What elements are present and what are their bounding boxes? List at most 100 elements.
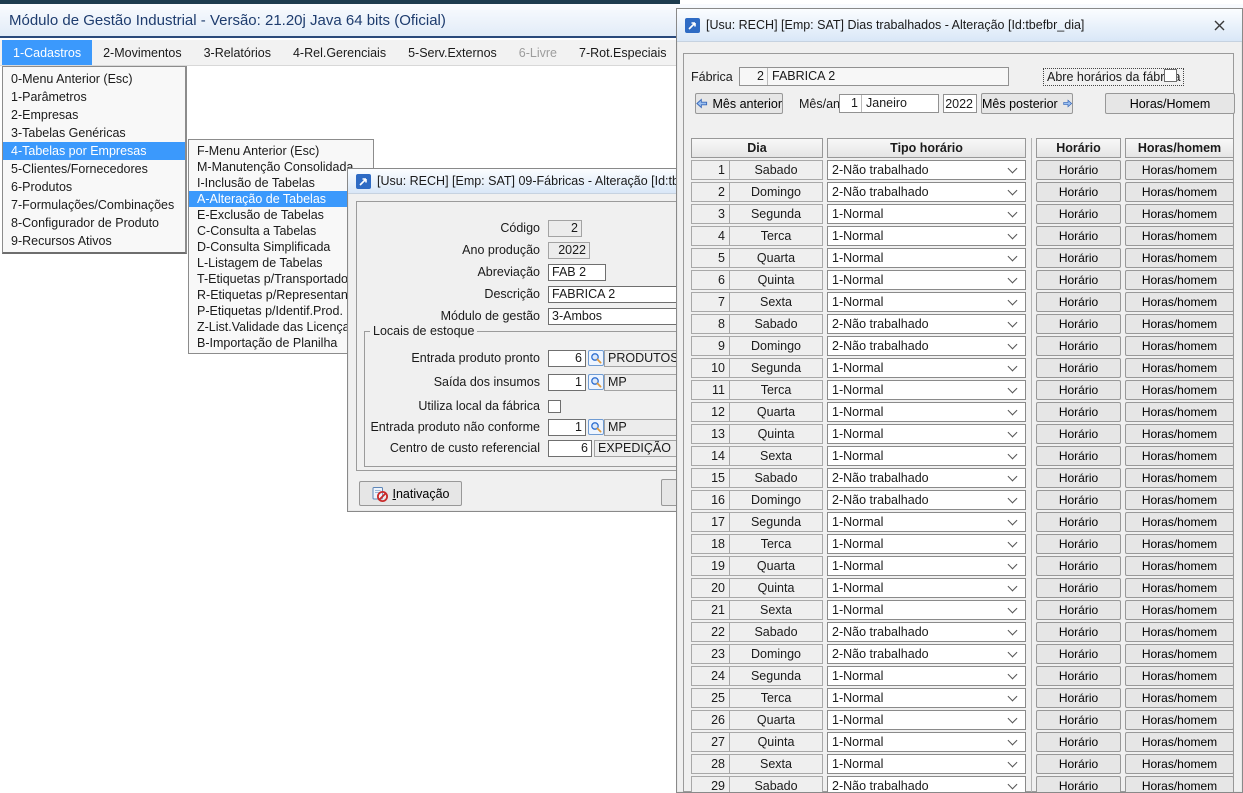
saida-insumos-field[interactable]: 1	[548, 374, 586, 391]
submenu-item-3[interactable]: A-Alteração de Tabelas	[189, 191, 373, 207]
horas-homem-button[interactable]: Horas/homem	[1125, 380, 1234, 400]
tipo-horario-select[interactable]: 1-Normal	[827, 578, 1026, 598]
left-menu-item-0[interactable]: 0-Menu Anterior (Esc)	[3, 70, 185, 88]
horario-button[interactable]: Horário	[1036, 512, 1121, 532]
horario-button[interactable]: Horário	[1036, 710, 1121, 730]
horas-homem-button[interactable]: Horas/homem	[1125, 446, 1234, 466]
submenu-item-8[interactable]: T-Etiquetas p/Transportador	[189, 271, 373, 287]
horas-homem-button[interactable]: Horas/homem	[1125, 292, 1234, 312]
tipo-horario-select[interactable]: 1-Normal	[827, 666, 1026, 686]
tipo-horario-select[interactable]: 1-Normal	[827, 534, 1026, 554]
left-menu-item-8[interactable]: 8-Configurador de Produto	[3, 214, 185, 232]
tipo-horario-select[interactable]: 2-Não trabalhado	[827, 314, 1026, 334]
left-menu-item-5[interactable]: 5-Clientes/Fornecedores	[3, 160, 185, 178]
left-menu-item-1[interactable]: 1-Parâmetros	[3, 88, 185, 106]
horario-button[interactable]: Horário	[1036, 490, 1121, 510]
entrada-pronto-field[interactable]: 6	[548, 350, 586, 367]
horario-button[interactable]: Horário	[1036, 336, 1121, 356]
saida-insumos-lookup-button[interactable]	[588, 374, 604, 390]
horas-homem-button[interactable]: Horas/homem	[1125, 336, 1234, 356]
mes-posterior-button[interactable]: Mês posterior	[981, 93, 1073, 114]
horas-homem-button[interactable]: Horas/homem	[1125, 776, 1234, 792]
tipo-horario-select[interactable]: 2-Não trabalhado	[827, 336, 1026, 356]
tipo-horario-select[interactable]: 2-Não trabalhado	[827, 160, 1026, 180]
tipo-horario-select[interactable]: 1-Normal	[827, 226, 1026, 246]
close-button[interactable]	[1204, 14, 1234, 36]
mes-anterior-button[interactable]: Mês anterior	[695, 93, 783, 114]
horario-button[interactable]: Horário	[1036, 446, 1121, 466]
tipo-horario-select[interactable]: 1-Normal	[827, 710, 1026, 730]
utiliza-local-checkbox[interactable]	[548, 400, 561, 413]
tipo-horario-select[interactable]: 1-Normal	[827, 270, 1026, 290]
horario-button[interactable]: Horário	[1036, 754, 1121, 774]
tipo-horario-select[interactable]: 2-Não trabalhado	[827, 622, 1026, 642]
menubar-item-6[interactable]: 7-Rot.Especiais	[568, 40, 678, 65]
horario-button[interactable]: Horário	[1036, 402, 1121, 422]
horario-button[interactable]: Horário	[1036, 556, 1121, 576]
tipo-horario-select[interactable]: 1-Normal	[827, 424, 1026, 444]
horas-homem-button[interactable]: Horas/homem	[1125, 248, 1234, 268]
horas-homem-button[interactable]: Horas/homem	[1125, 314, 1234, 334]
tipo-horario-select[interactable]: 1-Normal	[827, 556, 1026, 576]
horario-button[interactable]: Horário	[1036, 226, 1121, 246]
tipo-horario-select[interactable]: 1-Normal	[827, 754, 1026, 774]
left-menu-item-4[interactable]: 4-Tabelas por Empresas	[3, 142, 185, 160]
tipo-horario-select[interactable]: 1-Normal	[827, 600, 1026, 620]
submenu-item-12[interactable]: B-Importação de Planilha	[189, 335, 373, 351]
horario-button[interactable]: Horário	[1036, 424, 1121, 444]
horas-homem-button[interactable]: Horas/homem	[1125, 160, 1234, 180]
tipo-horario-select[interactable]: 2-Não trabalhado	[827, 644, 1026, 664]
horario-button[interactable]: Horário	[1036, 534, 1121, 554]
horario-button[interactable]: Horário	[1036, 358, 1121, 378]
tipo-horario-select[interactable]: 1-Normal	[827, 688, 1026, 708]
menubar-item-3[interactable]: 4-Rel.Gerenciais	[282, 40, 397, 65]
horas-homem-button[interactable]: Horas/homem	[1125, 688, 1234, 708]
left-menu-item-3[interactable]: 3-Tabelas Genéricas	[3, 124, 185, 142]
horario-button[interactable]: Horário	[1036, 292, 1121, 312]
tipo-horario-select[interactable]: 2-Não trabalhado	[827, 490, 1026, 510]
horas-homem-button[interactable]: Horas/homem	[1125, 270, 1234, 290]
mes-field[interactable]: 1 Janeiro	[839, 94, 939, 113]
tipo-horario-select[interactable]: 1-Normal	[827, 248, 1026, 268]
horas-homem-button[interactable]: Horas/homem	[1125, 358, 1234, 378]
entrada-nao-conforme-lookup-button[interactable]	[588, 419, 604, 435]
horario-button[interactable]: Horário	[1036, 248, 1121, 268]
submenu-item-6[interactable]: D-Consulta Simplificada	[189, 239, 373, 255]
submenu-item-0[interactable]: F-Menu Anterior (Esc)	[189, 143, 373, 159]
horas-homem-button[interactable]: Horas/homem	[1125, 468, 1234, 488]
entrada-nao-conforme-field[interactable]: 1	[548, 419, 586, 436]
horario-button[interactable]: Horário	[1036, 314, 1121, 334]
horas-homem-button[interactable]: Horas/homem	[1125, 490, 1234, 510]
submenu-item-4[interactable]: E-Exclusão de Tabelas	[189, 207, 373, 223]
horario-button[interactable]: Horário	[1036, 688, 1121, 708]
horario-button[interactable]: Horário	[1036, 380, 1121, 400]
tipo-horario-select[interactable]: 2-Não trabalhado	[827, 776, 1026, 792]
horario-button[interactable]: Horário	[1036, 666, 1121, 686]
tipo-horario-select[interactable]: 1-Normal	[827, 402, 1026, 422]
tipo-horario-select[interactable]: 1-Normal	[827, 292, 1026, 312]
horario-button[interactable]: Horário	[1036, 160, 1121, 180]
submenu-item-2[interactable]: I-Inclusão de Tabelas	[189, 175, 373, 191]
horas-homem-button[interactable]: Horas/homem	[1125, 534, 1234, 554]
horario-button[interactable]: Horário	[1036, 776, 1121, 792]
submenu-item-9[interactable]: R-Etiquetas p/Representantes	[189, 287, 373, 303]
horas-homem-button[interactable]: Horas/homem	[1125, 556, 1234, 576]
tipo-horario-select[interactable]: 2-Não trabalhado	[827, 468, 1026, 488]
submenu-item-1[interactable]: M-Manutenção Consolidada	[189, 159, 373, 175]
menubar-item-1[interactable]: 2-Movimentos	[92, 40, 193, 65]
horas-homem-button[interactable]: Horas/homem	[1125, 182, 1234, 202]
horario-button[interactable]: Horário	[1036, 644, 1121, 664]
horas-homem-button[interactable]: Horas/homem	[1125, 204, 1234, 224]
horas-homem-button[interactable]: Horas/homem	[1125, 512, 1234, 532]
tipo-horario-select[interactable]: 2-Não trabalhado	[827, 182, 1026, 202]
horario-button[interactable]: Horário	[1036, 578, 1121, 598]
centro-custo-field[interactable]: 6	[548, 440, 592, 457]
horas-homem-button[interactable]: Horas/homem	[1125, 402, 1234, 422]
horas-homem-button[interactable]: Horas/homem	[1125, 732, 1234, 752]
horario-button[interactable]: Horário	[1036, 622, 1121, 642]
submenu-item-5[interactable]: C-Consulta a Tabelas	[189, 223, 373, 239]
submenu-item-11[interactable]: Z-List.Validade das Licenças	[189, 319, 373, 335]
horas-homem-top-button[interactable]: Horas/Homem	[1105, 93, 1235, 114]
submenu-item-10[interactable]: P-Etiquetas p/Identif.Prod.	[189, 303, 373, 319]
inativacao-button[interactable]: Inativação	[359, 481, 462, 506]
